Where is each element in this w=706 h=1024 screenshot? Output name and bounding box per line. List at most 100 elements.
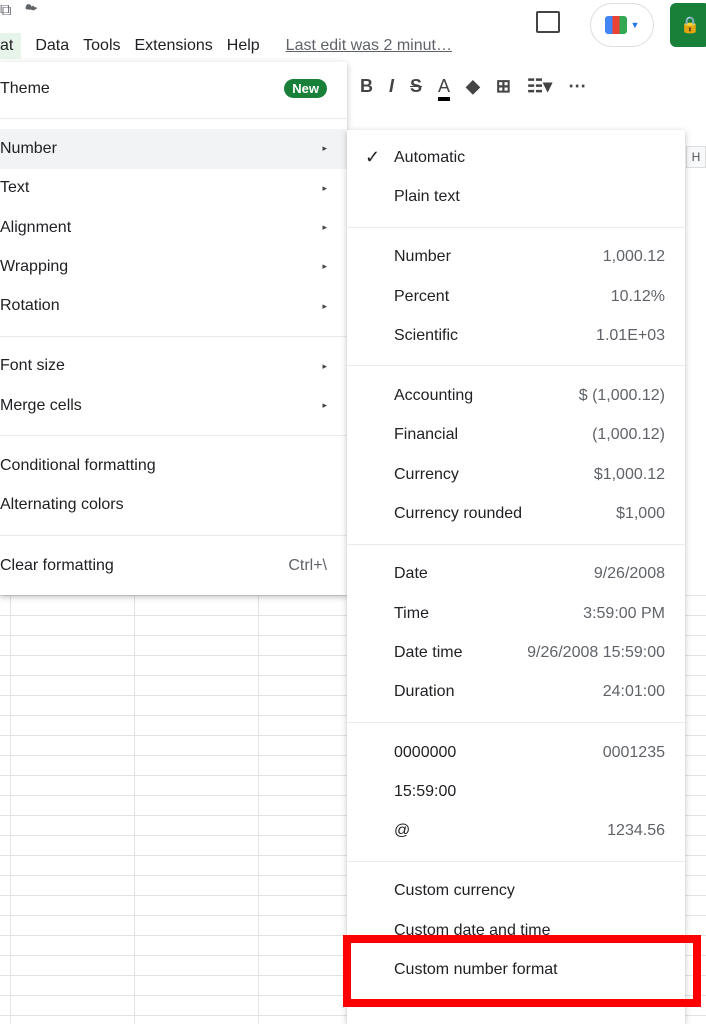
highlight-annotation-box: [343, 935, 701, 1007]
format-example: (1,000.12): [592, 426, 665, 444]
menu-item-label: Rotation: [0, 297, 60, 315]
format-example: 1,000.12: [602, 248, 665, 266]
menu-divider: [347, 534, 685, 555]
submenu-arrow-icon: ▸: [322, 182, 327, 193]
submenu-item-label: Currency: [394, 465, 459, 483]
submenu-item-time[interactable]: Time 3:59:00 PM: [347, 594, 685, 633]
text-color-button[interactable]: A: [438, 76, 451, 101]
number-format-submenu: ✓ Automatic Plain text Number 1,000.12 Percen…: [347, 130, 685, 1024]
menu-item-font-size[interactable]: Font size ▸: [0, 347, 347, 386]
menu-item-clear-formatting[interactable]: Clear formatting Ctrl+\: [0, 546, 347, 585]
shortcut-label: Ctrl+\: [288, 556, 327, 574]
submenu-arrow-icon: ▸: [322, 143, 327, 154]
menu-bar: at Data Tools Extensions Help Last edit …: [0, 33, 466, 59]
menu-divider: [0, 425, 347, 446]
submenu-item-date-time[interactable]: Date time 9/26/2008 15:59:00: [347, 633, 685, 672]
submenu-arrow-icon: ▸: [322, 300, 327, 311]
menu-data[interactable]: Data: [35, 37, 69, 55]
submenu-item-15-59-00[interactable]: 15:59:00: [347, 772, 685, 811]
menu-tools[interactable]: Tools: [83, 37, 120, 55]
menu-item-theme[interactable]: Theme New: [0, 69, 347, 108]
strikethrough-button[interactable]: S: [410, 76, 422, 101]
menu-item-label: Text: [0, 179, 30, 197]
check-icon: ✓: [365, 147, 381, 168]
menu-item-merge-cells[interactable]: Merge cells ▸: [0, 386, 347, 425]
submenu-item-financial[interactable]: Financial (1,000.12): [347, 416, 685, 455]
menu-divider: [0, 326, 347, 347]
format-example: 9/26/2008 15:59:00: [527, 643, 665, 661]
menu-item-label: Merge cells: [0, 396, 82, 414]
share-button[interactable]: 🔒: [670, 3, 706, 47]
menu-item-label: Font size: [0, 357, 65, 375]
move-icon[interactable]: ⧉: [0, 2, 11, 19]
menu-item-wrapping[interactable]: Wrapping ▸: [0, 247, 347, 286]
format-example: 10.12%: [610, 287, 665, 305]
italic-button[interactable]: I: [389, 76, 394, 101]
submenu-arrow-icon: ▸: [322, 400, 327, 411]
submenu-item-0000000[interactable]: 0000000 0001235: [347, 733, 685, 772]
fill-color-icon[interactable]: ◆: [466, 76, 480, 101]
submenu-item-label: Currency rounded: [394, 505, 523, 523]
submenu-item-label: Automatic: [394, 148, 466, 166]
merge-cells-icon[interactable]: ☷▾: [527, 76, 552, 101]
submenu-item-label: Date: [394, 565, 428, 583]
submenu-item-label: Percent: [394, 287, 450, 305]
submenu-arrow-icon: ▸: [322, 261, 327, 272]
comments-icon[interactable]: [536, 11, 560, 33]
top-icons: ⧉ ☁: [0, 2, 38, 20]
format-example: $ (1,000.12): [578, 387, 665, 405]
bold-button[interactable]: B: [360, 76, 373, 101]
menu-item-alignment[interactable]: Alignment ▸: [0, 208, 347, 247]
menu-extensions[interactable]: Extensions: [135, 37, 213, 55]
menu-item-rotation[interactable]: Rotation ▸: [0, 286, 347, 325]
format-example: 1234.56: [607, 822, 665, 840]
cloud-saved-icon[interactable]: ☁: [25, 2, 38, 19]
submenu-item-duration[interactable]: Duration 24:01:00: [347, 673, 685, 712]
meet-icon: [604, 16, 627, 34]
more-button[interactable]: ⋯: [568, 76, 586, 101]
submenu-arrow-icon: ▸: [322, 222, 327, 233]
menu-item-number[interactable]: Number ▸: [0, 129, 347, 169]
column-header-h[interactable]: H: [686, 146, 706, 168]
menu-item-conditional-formatting[interactable]: Conditional formatting: [0, 446, 347, 485]
menu-item-label: Alternating colors: [0, 496, 124, 514]
borders-icon[interactable]: ⊞: [496, 76, 511, 101]
menu-divider: [347, 712, 685, 733]
menu-item-label: Clear formatting: [0, 556, 114, 574]
menu-item-text[interactable]: Text ▸: [0, 169, 347, 208]
menu-divider: [0, 525, 347, 546]
submenu-item-accounting[interactable]: Accounting $ (1,000.12): [347, 376, 685, 415]
submenu-item-date[interactable]: Date 9/26/2008: [347, 555, 685, 594]
last-edit-link[interactable]: Last edit was 2 minut…: [286, 37, 452, 55]
submenu-item-label: Date time: [394, 643, 463, 661]
submenu-item-label: Time: [394, 604, 429, 622]
submenu-item-label: @: [394, 822, 411, 840]
submenu-item-automatic[interactable]: ✓ Automatic: [347, 138, 685, 177]
menu-divider: [347, 851, 685, 872]
format-example: 9/26/2008: [593, 565, 665, 583]
menu-format[interactable]: at: [0, 33, 22, 59]
submenu-item-currency-rounded[interactable]: Currency rounded $1,000: [347, 494, 685, 533]
meet-button[interactable]: ▼: [590, 3, 654, 47]
submenu-item-currency[interactable]: Currency $1,000.12: [347, 455, 685, 494]
menu-item-alternating-colors[interactable]: Alternating colors: [0, 486, 347, 525]
submenu-item--[interactable]: @1234.56: [347, 811, 685, 850]
submenu-item-number[interactable]: Number 1,000.12: [347, 238, 685, 277]
menu-item-label: Conditional formatting: [0, 457, 156, 475]
submenu-arrow-icon: ▸: [322, 360, 327, 371]
menu-divider: [0, 108, 347, 129]
submenu-item-percent[interactable]: Percent 10.12%: [347, 277, 685, 316]
new-badge: New: [284, 79, 327, 99]
submenu-item-label: Plain text: [394, 187, 460, 205]
submenu-item-label: 15:59:00: [394, 782, 457, 800]
format-example: 24:01:00: [602, 683, 665, 701]
format-example: 0001235: [602, 743, 665, 761]
menu-help[interactable]: Help: [227, 37, 260, 55]
submenu-item-plain-text[interactable]: Plain text: [347, 177, 685, 216]
menu-item-label: Wrapping: [0, 257, 69, 275]
submenu-item-custom-currency[interactable]: Custom currency: [347, 872, 685, 911]
format-example: 3:59:00 PM: [583, 604, 665, 622]
menu-item-label: Alignment: [0, 218, 72, 236]
submenu-item-label: Number: [394, 248, 451, 266]
submenu-item-scientific[interactable]: Scientific 1.01E+03: [347, 316, 685, 355]
